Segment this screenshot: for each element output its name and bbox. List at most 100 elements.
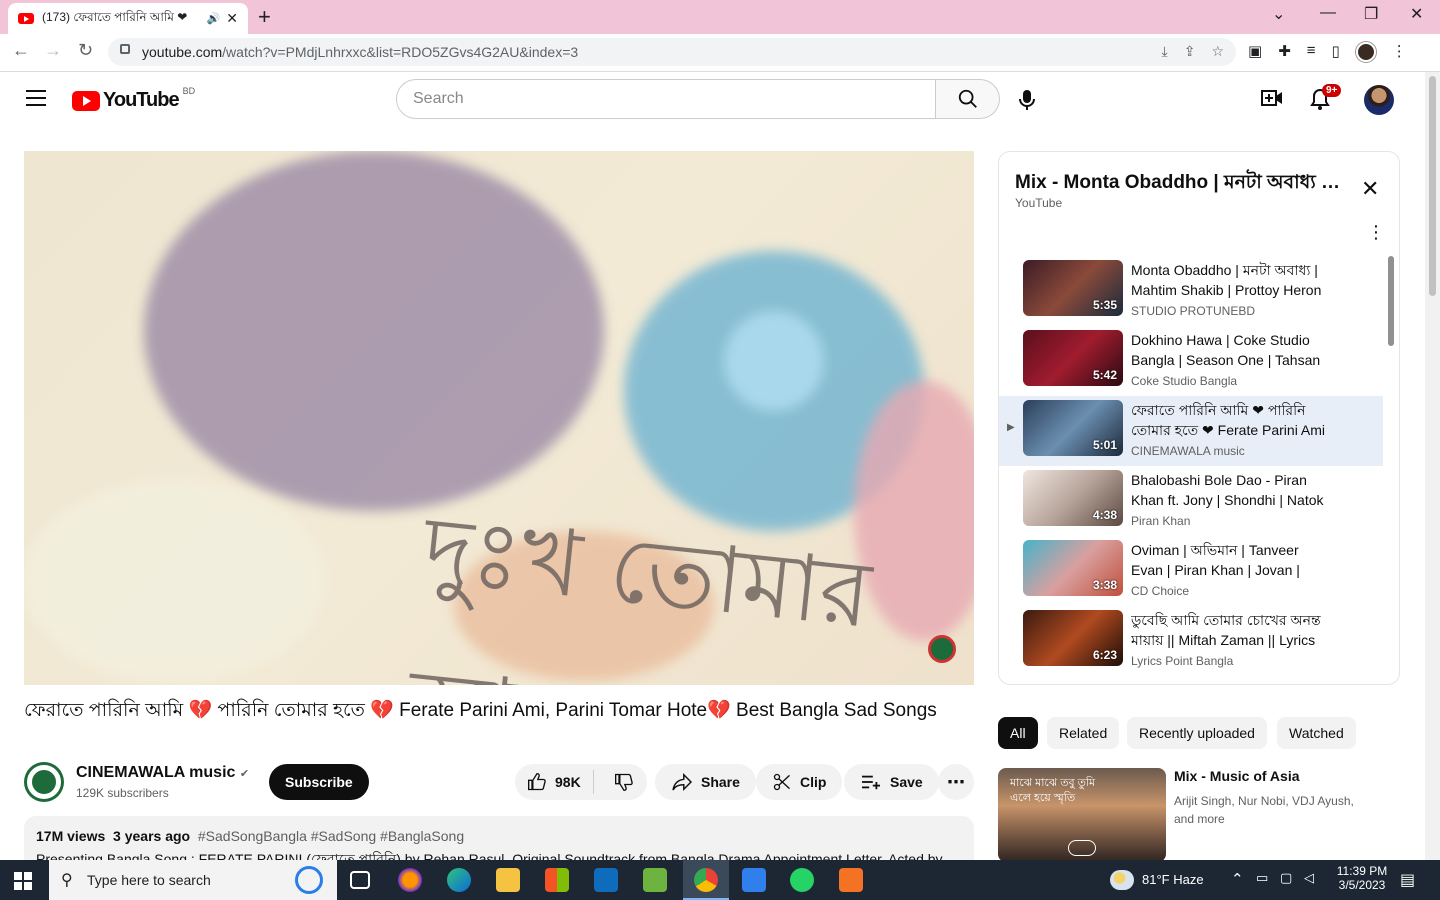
create-video-button[interactable] <box>1261 88 1283 113</box>
puzzle-extensions-icon[interactable]: ✚ <box>1278 42 1291 62</box>
view-count: 17M views <box>36 828 106 844</box>
close-window-button[interactable]: ✕ <box>1410 4 1423 24</box>
playlist-item-channel: Coke Studio Bangla <box>1131 374 1238 388</box>
playlist-item[interactable]: 5:35 Monta Obaddho | মনটা অবাধ্য | Mahti… <box>999 256 1383 326</box>
address-bar-row: ← → ↻ youtube.com/watch?v=PMdjLnhrxxc&li… <box>0 34 1440 72</box>
windows-start-icon[interactable] <box>14 872 32 890</box>
chip-recently-uploaded[interactable]: Recently uploaded <box>1127 717 1267 749</box>
chip-related[interactable]: Related <box>1047 717 1120 749</box>
more-actions-button[interactable]: ⋯ <box>938 764 974 800</box>
search-button[interactable] <box>936 79 1000 119</box>
file-explorer-icon[interactable] <box>496 868 520 892</box>
dislike-button[interactable] <box>602 772 646 792</box>
subscribe-button[interactable]: Subscribe <box>269 764 369 800</box>
clock[interactable]: 11:39 PM 3/5/2023 <box>1332 864 1392 892</box>
close-playlist-icon[interactable]: ✕ <box>1361 176 1379 202</box>
duration: 6:23 <box>1092 648 1117 662</box>
channel-avatar[interactable] <box>24 762 64 802</box>
edge-icon[interactable] <box>447 868 471 892</box>
video-title: ফেরাতে পারিনি আমি 💔 পারিনি তোমার হতে 💔 F… <box>24 700 937 721</box>
show-hidden-icons-icon[interactable]: ⌃ <box>1231 870 1244 888</box>
vscode-icon[interactable] <box>742 868 766 892</box>
hamburger-menu-icon[interactable] <box>26 90 46 106</box>
save-label: Save <box>890 774 923 790</box>
like-count: 98K <box>555 774 581 790</box>
voice-search-button[interactable] <box>1012 86 1042 114</box>
back-arrow-icon[interactable]: ← <box>12 40 30 61</box>
share-page-icon[interactable]: ⇪ <box>1184 43 1196 60</box>
mail-icon[interactable] <box>594 868 618 892</box>
save-button[interactable]: Save <box>844 764 939 800</box>
browser-tab-youtube[interactable]: (173) ফেরাতে পারিনি আমি ❤ 🔊 ✕ <box>8 3 248 34</box>
clock-date: 3/5/2023 <box>1338 878 1386 892</box>
account-avatar[interactable] <box>1364 85 1394 115</box>
media-controls-icon[interactable]: ≡ <box>1307 42 1316 62</box>
reload-icon[interactable]: ↻ <box>78 40 93 61</box>
playlist-item[interactable]: 5:42 Dokhino Hawa | Coke Studio Bangla |… <box>999 326 1383 396</box>
playlist-item[interactable]: 6:23 ডুবেছি আমি তোমার চোখের অনন্ত মায়ায… <box>999 606 1383 676</box>
notification-center-icon[interactable]: ▤ <box>1400 870 1415 890</box>
taskbar-search-placeholder: Type here to search <box>87 872 211 888</box>
duration: 3:38 <box>1092 578 1117 592</box>
youtube-favicon-icon <box>18 13 34 24</box>
playlist-more-icon[interactable]: ⋮ <box>1367 222 1385 243</box>
volume-icon[interactable]: ◁ <box>1304 870 1314 886</box>
task-view-icon[interactable] <box>350 871 370 889</box>
channel-name[interactable]: CINEMAWALA music ✔ <box>76 764 249 782</box>
like-dislike-group: 98K <box>515 764 647 800</box>
weather-icon[interactable] <box>1110 870 1134 890</box>
weather-text[interactable]: 81°F Haze <box>1142 872 1204 887</box>
playlist-item-current[interactable]: ▶ 5:01 ফেরাতে পারিনি আমি ❤ পারিনি তোমার … <box>999 396 1383 466</box>
hashtags[interactable]: #SadSongBangla #SadSong #BanglaSong <box>198 828 464 844</box>
youtube-logo[interactable]: YouTube BD <box>72 86 195 112</box>
chip-watched[interactable]: Watched <box>1277 717 1356 749</box>
profile-avatar-icon[interactable] <box>1355 42 1376 62</box>
page-scrollbar[interactable] <box>1425 72 1440 860</box>
bookmark-star-icon[interactable]: ☆ <box>1211 43 1224 60</box>
playlist-subtitle: YouTube <box>1015 196 1063 210</box>
playlist-thumbnail: 4:38 <box>1023 470 1123 526</box>
chrome-icon[interactable] <box>694 868 718 892</box>
now-playing-icon: ▶ <box>1007 422 1015 433</box>
device-icon[interactable]: ▭ <box>1256 870 1268 886</box>
install-icon[interactable]: ⤓ <box>1162 43 1168 60</box>
new-tab-button[interactable]: + <box>258 4 271 30</box>
playlist-item-channel: CINEMAWALA music <box>1131 444 1245 458</box>
clip-button[interactable]: Clip <box>756 764 843 800</box>
chrome-menu-icon[interactable]: ⋮ <box>1392 42 1407 62</box>
speaker-icon[interactable]: 🔊 <box>207 12 221 25</box>
whatsapp-icon[interactable] <box>790 868 814 892</box>
recommendation-thumbnail[interactable]: মাঝে মাঝে তবু তুমি এলে হয়ে স্মৃতি <box>998 768 1166 862</box>
playlist-item[interactable]: 4:38 Bhalobashi Bole Dao - Piran Khan ft… <box>999 466 1383 536</box>
like-button[interactable]: 98K <box>515 770 594 794</box>
tab-close-button[interactable]: ✕ <box>226 10 238 27</box>
recommendation-title[interactable]: Mix - Music of Asia <box>1174 768 1300 784</box>
thumbnail-overlay-text: মাঝে মাঝে তবু তুমি এলে হয়ে স্মৃতি <box>1010 777 1096 804</box>
search-input[interactable]: Search <box>396 79 936 119</box>
tab-search-icon[interactable]: ⌄ <box>1272 4 1285 24</box>
tab-title: (173) ফেরাতে পারিনি আমি ❤ <box>42 9 188 24</box>
firefox-icon[interactable] <box>398 868 422 892</box>
url-omnibox[interactable]: youtube.com/watch?v=PMdjLnhrxxc&list=RDO… <box>108 38 1236 66</box>
bing-icon[interactable] <box>295 866 323 894</box>
network-icon[interactable]: ▢ <box>1280 870 1292 886</box>
taskbar-search-input[interactable]: ⚲ Type here to search <box>49 860 337 900</box>
playlist-item[interactable]: 3:38 Oviman | অভিমান | Tanveer Evan | Pi… <box>999 536 1383 606</box>
duration: 4:38 <box>1092 508 1117 522</box>
microsoft-store-icon[interactable] <box>545 868 569 892</box>
playlist-scrollbar[interactable] <box>1388 256 1394 346</box>
browser-tab-strip: (173) ফেরাতে পারিনি আমি ❤ 🔊 ✕ + ⌄ — ❐ ✕ <box>0 0 1440 34</box>
extension-icon[interactable]: ▣ <box>1248 42 1262 62</box>
minimize-button[interactable]: — <box>1320 4 1336 22</box>
taskbar-search-icon: ⚲ <box>61 872 73 889</box>
playlist-title[interactable]: Mix - Monta Obaddho | মনটা অবাধ্য | Maht… <box>1015 168 1345 200</box>
forward-arrow-icon[interactable]: → <box>44 40 62 61</box>
chip-all[interactable]: All <box>998 717 1038 749</box>
video-player[interactable]: দুঃখ তোমার আছে <box>24 151 974 685</box>
side-panel-icon[interactable]: ▯ <box>1332 42 1340 62</box>
share-button[interactable]: Share <box>655 764 756 800</box>
playlist-items: 5:35 Monta Obaddho | মনটা অবাধ্য | Mahti… <box>999 256 1383 684</box>
maximize-button[interactable]: ❐ <box>1364 4 1378 24</box>
xampp-icon[interactable] <box>839 868 863 892</box>
notepad-plus-icon[interactable] <box>643 868 667 892</box>
